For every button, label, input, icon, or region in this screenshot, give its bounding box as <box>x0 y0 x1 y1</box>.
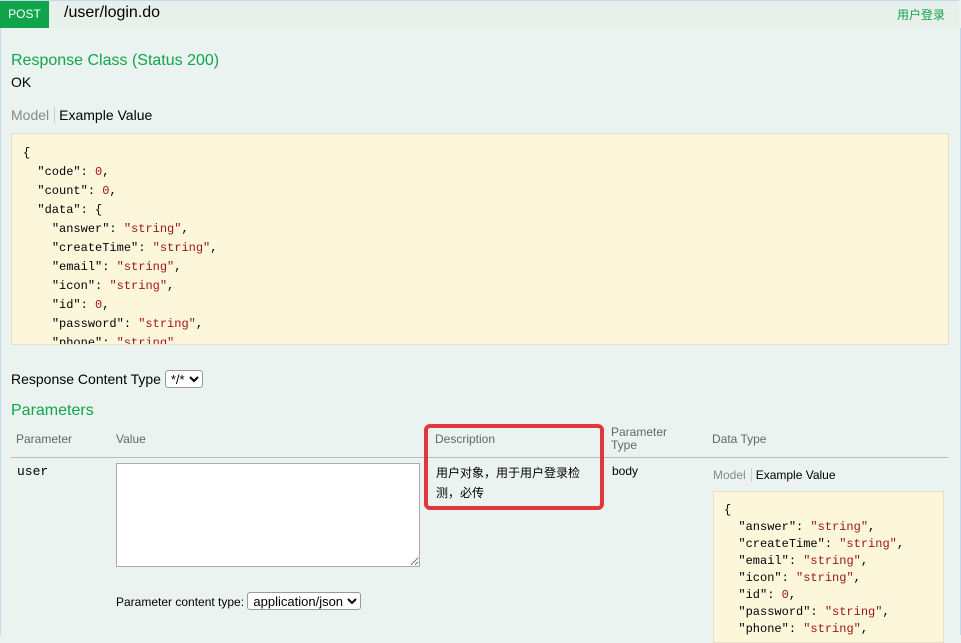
response-example-line: "createTime": "string", <box>51 241 218 255</box>
param-example-line: "email": "string", <box>738 554 869 568</box>
param-example-box[interactable]: { "answer": "string", "createTime": "str… <box>713 491 944 643</box>
header-parameter: Parameter <box>16 432 73 446</box>
endpoint-content: Response Class (Status 200) OK Model Exam… <box>0 28 961 643</box>
tab-model[interactable]: Model <box>11 107 56 123</box>
response-example-line: "data": { <box>37 203 103 217</box>
description-highlight-box <box>424 424 604 510</box>
param-content-type-select[interactable]: application/json <box>247 592 362 610</box>
param-example-line: "icon": "string", <box>738 571 861 585</box>
endpoint-header[interactable]: POST /user/login.do 用户登录 <box>0 0 959 29</box>
response-example-line: "email": "string", <box>51 260 182 274</box>
response-example-code: { "code": 0, "count": 0, "data": { "answ… <box>12 134 948 345</box>
param-example-line: "answer": "string", <box>738 520 876 534</box>
header-parameter-type: Parameter Type <box>611 425 668 452</box>
response-content-type-select[interactable]: */* <box>164 370 203 388</box>
param-example-line: { <box>724 503 732 517</box>
parameters-title: Parameters <box>11 402 94 419</box>
header-data-type: Data Type <box>712 432 767 446</box>
response-status-text: OK <box>11 74 32 90</box>
response-example-line: "phone": "string", <box>51 336 182 345</box>
param-example-line: "id": 0, <box>738 588 797 602</box>
http-method-badge[interactable]: POST <box>0 1 49 28</box>
response-example-line: "id": 0, <box>51 298 110 312</box>
response-content-type: Response Content Type */* <box>11 370 203 388</box>
header-value: Value <box>116 432 146 446</box>
tab-example-value[interactable]: Example Value <box>55 107 152 123</box>
param-example-line: "phone": "string", <box>738 622 869 636</box>
param-type: body <box>612 464 639 478</box>
response-example-line: "count": 0, <box>37 184 117 198</box>
param-example-code: { "answer": "string", "createTime": "str… <box>714 492 943 638</box>
response-example-line: { <box>23 146 31 160</box>
endpoint-summary[interactable]: 用户登录 <box>897 6 945 23</box>
param-content-type-label: Parameter content type: <box>116 595 245 609</box>
response-model-tabs: Model Example Value <box>11 107 152 123</box>
param-content-type: Parameter content type: application/json <box>116 592 362 610</box>
param-name: user <box>17 464 49 479</box>
param-model-tabs: Model Example Value <box>713 468 836 482</box>
response-example-line: "answer": "string", <box>51 222 189 236</box>
param-example-line: "createTime": "string", <box>738 537 905 551</box>
param-tab-model[interactable]: Model <box>713 468 752 482</box>
response-example-line: "password": "string", <box>51 317 204 331</box>
response-content-type-label: Response Content Type <box>11 371 161 387</box>
endpoint-path[interactable]: /user/login.do <box>64 4 160 22</box>
param-example-line: "password": "string", <box>738 605 890 619</box>
response-example-line: "code": 0, <box>37 165 110 179</box>
param-value-input[interactable] <box>116 463 420 567</box>
response-example-box[interactable]: { "code": 0, "count": 0, "data": { "answ… <box>11 133 949 345</box>
response-example-line: "icon": "string", <box>51 279 175 293</box>
param-tab-example-value[interactable]: Example Value <box>752 468 836 482</box>
response-class-title: Response Class (Status 200) <box>11 52 220 69</box>
